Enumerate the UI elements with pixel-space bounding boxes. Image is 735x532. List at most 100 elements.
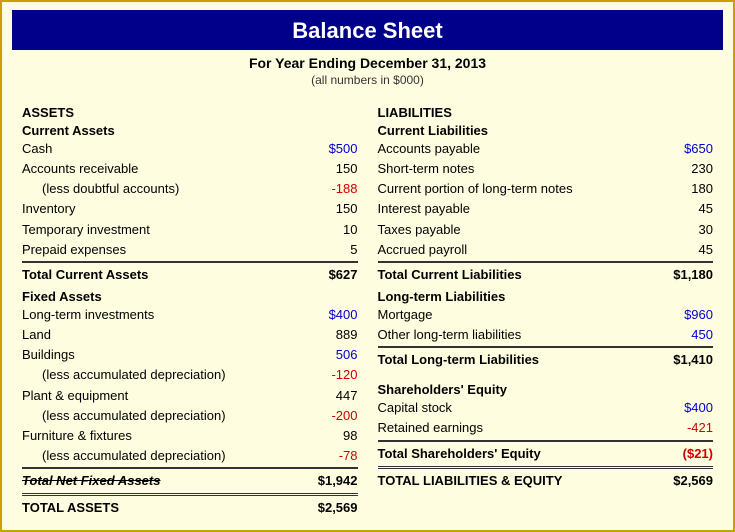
list-item: (less accumulated depreciation) -120 [22,365,358,385]
total-equity-label: Total Shareholders' Equity [378,443,654,465]
list-item: Interest payable 45 [378,199,714,219]
total-le-label: TOTAL LIABILITIES & EQUITY [378,470,654,492]
prepaid-value: 5 [298,240,358,260]
total-current-assets-value: $627 [298,264,358,286]
furniture-depr-value: -78 [298,446,358,466]
total-le-value: $2,569 [653,470,713,492]
total-current-assets-label: Total Current Assets [22,264,298,286]
retained-value: -421 [653,418,713,438]
retained-label: Retained earnings [378,418,654,438]
buildings-depr-value: -120 [298,365,358,385]
capital-value: $400 [653,398,713,418]
list-item: Taxes payable 30 [378,220,714,240]
cash-label: Cash [22,139,298,159]
total-cl-label: Total Current Liabilities [378,264,654,286]
total-fixed-assets-value: $1,942 [298,470,358,492]
list-item: Accrued payroll 45 [378,240,714,260]
cash-value: $500 [298,139,358,159]
note: (all numbers in $000) [2,73,733,87]
buildings-depr-label: (less accumulated depreciation) [42,365,298,385]
total-fixed-assets-label: Total Net Fixed Assets [22,470,298,492]
ap-value: $650 [653,139,713,159]
furniture-depr-label: (less accumulated depreciation) [42,446,298,466]
list-item: (less accumulated depreciation) -78 [22,446,358,466]
stn-label: Short-term notes [378,159,654,179]
taxes-label: Taxes payable [378,220,654,240]
total-lt-label: Total Long-term Liabilities [378,349,654,371]
plant-label: Plant & equipment [22,386,298,406]
inventory-value: 150 [298,199,358,219]
furniture-value: 98 [298,426,358,446]
ar-value: 150 [298,159,358,179]
temp-inv-value: 10 [298,220,358,240]
cplt-label: Current portion of long-term notes [378,179,654,199]
mortgage-label: Mortgage [378,305,654,325]
total-lt-liabilities-row: Total Long-term Liabilities $1,410 [378,346,714,371]
doubtful-value: -188 [298,179,358,199]
list-item: Short-term notes 230 [378,159,714,179]
longterm-liabilities-header: Long-term Liabilities [378,289,714,304]
inventory-label: Inventory [22,199,298,219]
total-cl-value: $1,180 [653,264,713,286]
list-item: Mortgage $960 [378,305,714,325]
total-assets-label: TOTAL ASSETS [22,497,298,519]
cplt-value: 180 [653,179,713,199]
list-item: Capital stock $400 [378,398,714,418]
liabilities-column: LIABILITIES Current Liabilities Accounts… [368,105,724,519]
taxes-value: 30 [653,220,713,240]
payroll-label: Accrued payroll [378,240,654,260]
total-equity-value: ($21) [653,443,713,465]
prepaid-label: Prepaid expenses [22,240,298,260]
list-item: Inventory 150 [22,199,358,219]
list-item: Prepaid expenses 5 [22,240,358,260]
list-item: Accounts payable $650 [378,139,714,159]
list-item: Land 889 [22,325,358,345]
furniture-label: Furniture & fixtures [22,426,298,446]
total-equity-row: Total Shareholders' Equity ($21) [378,440,714,465]
subtitle: For Year Ending December 31, 2013 [2,55,733,71]
fixed-assets-header: Fixed Assets [22,289,358,304]
total-lt-value: $1,410 [653,349,713,371]
total-current-liabilities-row: Total Current Liabilities $1,180 [378,261,714,286]
assets-column: ASSETS Current Assets Cash $500 Accounts… [12,105,368,519]
lt-inv-label: Long-term investments [22,305,298,325]
ar-label: Accounts receivable [22,159,298,179]
list-item: Plant & equipment 447 [22,386,358,406]
list-item: Long-term investments $400 [22,305,358,325]
list-item: (less doubtful accounts) -188 [22,179,358,199]
temp-inv-label: Temporary investment [22,220,298,240]
list-item: (less accumulated depreciation) -200 [22,406,358,426]
interest-label: Interest payable [378,199,654,219]
total-liabilities-equity-row: TOTAL LIABILITIES & EQUITY $2,569 [378,466,714,492]
list-item: Cash $500 [22,139,358,159]
plant-value: 447 [298,386,358,406]
list-item: Furniture & fixtures 98 [22,426,358,446]
total-assets-row: TOTAL ASSETS $2,569 [22,493,358,519]
list-item: Retained earnings -421 [378,418,714,438]
header-box: Balance Sheet [12,10,723,50]
list-item: Other long-term liabilities 450 [378,325,714,345]
total-current-assets-row: Total Current Assets $627 [22,261,358,286]
list-item: Temporary investment 10 [22,220,358,240]
other-lt-label: Other long-term liabilities [378,325,654,345]
list-item: Accounts receivable 150 [22,159,358,179]
other-lt-value: 450 [653,325,713,345]
interest-value: 45 [653,199,713,219]
total-fixed-assets-row: Total Net Fixed Assets $1,942 [22,467,358,492]
liabilities-section-header: LIABILITIES [378,105,714,120]
ap-label: Accounts payable [378,139,654,159]
equity-header: Shareholders' Equity [378,382,714,397]
payroll-value: 45 [653,240,713,260]
main-columns: ASSETS Current Assets Cash $500 Accounts… [12,105,723,519]
current-assets-header: Current Assets [22,123,358,138]
plant-depr-label: (less accumulated depreciation) [42,406,298,426]
buildings-value: 506 [298,345,358,365]
capital-label: Capital stock [378,398,654,418]
assets-section-header: ASSETS [22,105,358,120]
page-title: Balance Sheet [12,18,723,44]
mortgage-value: $960 [653,305,713,325]
land-value: 889 [298,325,358,345]
total-assets-value: $2,569 [298,497,358,519]
list-item: Buildings 506 [22,345,358,365]
lt-inv-value: $400 [298,305,358,325]
